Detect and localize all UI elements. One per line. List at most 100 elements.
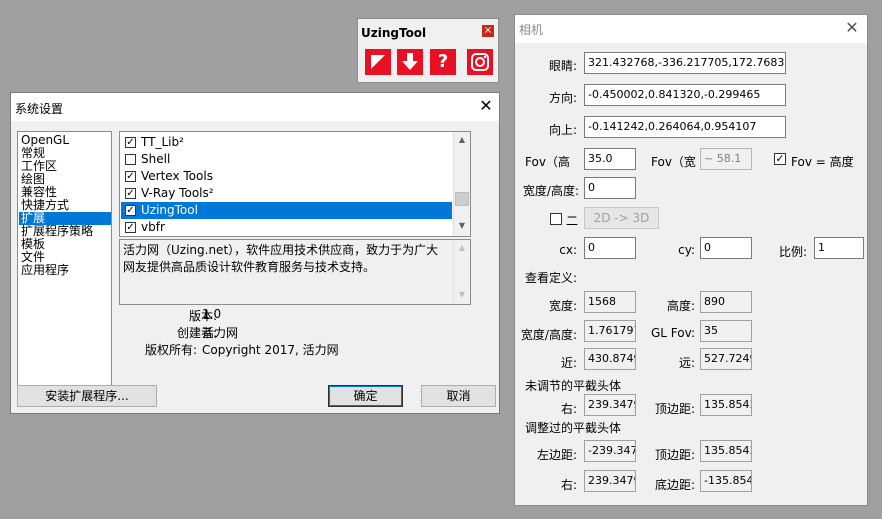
- gl-fov-value: 35: [700, 320, 752, 342]
- checkbox[interactable]: ✓: [125, 222, 136, 233]
- instagram-icon[interactable]: [467, 49, 493, 75]
- height-value: 890: [700, 291, 752, 313]
- install-extension-button[interactable]: 安装扩展程序...: [17, 385, 157, 407]
- extension-name: Shell: [141, 152, 171, 166]
- version-value: 1.0: [202, 307, 222, 321]
- width-label: 宽度:: [548, 299, 577, 313]
- checkbox[interactable]: ✓: [125, 205, 136, 216]
- 2d-to-3d-button[interactable]: 2D -> 3D: [584, 207, 659, 229]
- extension-name: V-Ray Tools²: [141, 186, 214, 200]
- fov-height-field[interactable]: 35.0: [584, 148, 636, 170]
- cancel-button[interactable]: 取消: [421, 385, 496, 407]
- bottom-value: -135.8543: [700, 470, 752, 492]
- top-label: 顶边距:: [654, 448, 695, 462]
- scroll-down-icon[interactable]: ▼: [454, 218, 470, 234]
- scroll-thumb[interactable]: [455, 192, 469, 206]
- extension-name: vbfr: [141, 220, 165, 234]
- system-settings-dialog: 系统设置 ✕ OpenGL 常规 工作区 绘图 兼容性 快捷方式 扩展 扩展程序…: [10, 92, 500, 414]
- vertical-scrollbar: ▲ ▼: [453, 240, 470, 304]
- scale-label: 比例:: [778, 245, 807, 259]
- fov-width-field: ~ 58.1: [700, 148, 752, 170]
- view-definition-heading: 查看定义:: [525, 271, 578, 285]
- far-label: 远:: [678, 356, 695, 370]
- down-arrow-glyph: [402, 53, 418, 70]
- near-value: 430.8749: [584, 348, 636, 370]
- top-value: 135.8543: [700, 394, 752, 416]
- extension-name: Vertex Tools: [141, 169, 213, 183]
- help-icon[interactable]: ?: [430, 49, 456, 75]
- extension-row[interactable]: ✓ vbfr: [121, 219, 452, 236]
- extension-name: TT_Lib²: [141, 135, 184, 149]
- 2d-label: 二: [566, 214, 579, 228]
- checkbox[interactable]: ✓: [125, 188, 136, 199]
- checkbox[interactable]: ✓: [125, 137, 136, 148]
- ratio-value: 1.761797: [584, 320, 636, 342]
- dialog-title: 系统设置: [15, 102, 64, 116]
- category-item[interactable]: 应用程序: [19, 264, 111, 277]
- adjusted-frustum-heading: 调整过的平截头体: [525, 421, 622, 435]
- extension-list[interactable]: ✓ TT_Lib² Shell ✓ Vertex Tools ✓ V-Ray T…: [119, 131, 471, 237]
- ok-button[interactable]: 确定: [328, 385, 403, 407]
- fov-height-label: Fov（高: [525, 155, 570, 169]
- direction-label: 方向:: [548, 91, 577, 105]
- extension-row[interactable]: ✓ TT_Lib²: [121, 134, 452, 151]
- extension-row[interactable]: ✓ Vertex Tools: [121, 168, 452, 185]
- close-icon[interactable]: ✕: [843, 19, 861, 37]
- eye-label: 眼睛:: [548, 59, 577, 73]
- category-list[interactable]: OpenGL 常规 工作区 绘图 兼容性 快捷方式 扩展 扩展程序策略 模板 文…: [17, 131, 112, 403]
- left-value: -239.3479: [584, 440, 636, 462]
- cx-field[interactable]: 0: [584, 237, 636, 259]
- right-label: 右:: [560, 478, 577, 492]
- scroll-up-icon[interactable]: ▲: [454, 132, 470, 148]
- extension-row[interactable]: ✓ V-Ray Tools²: [121, 185, 452, 202]
- extension-name: UzingTool: [141, 203, 198, 217]
- camera-window: 相机 ✕ 眼睛: 321.432768,-336.217705,172.7683…: [514, 14, 868, 506]
- left-label: 左边距:: [536, 448, 577, 462]
- top-label: 顶边距:: [654, 402, 695, 416]
- fov-equals-height-checkbox[interactable]: ✓: [774, 153, 786, 165]
- copyright-value: Copyright 2017, 活力网: [202, 343, 339, 357]
- scroll-up-icon: ▲: [458, 243, 466, 252]
- near-label: 近:: [560, 356, 577, 370]
- checkbox[interactable]: [125, 154, 136, 165]
- extension-description: 活力网（Uzing.net），软件应用技术供应商，致力于为广大网友提供高品质设计…: [123, 243, 439, 274]
- width-value: 1568: [584, 291, 636, 313]
- up-label: 向上:: [548, 123, 577, 137]
- 2d-checkbox[interactable]: [550, 213, 562, 225]
- fov-equals-height-label: Fov = 高度: [791, 155, 854, 169]
- eye-field[interactable]: 321.432768,-336.217705,172.768370: [584, 52, 786, 74]
- unadjusted-frustum-heading: 未调节的平截头体: [525, 379, 622, 393]
- aspect-label: 宽度/高度:: [522, 184, 579, 198]
- aspect-field[interactable]: 0: [584, 177, 636, 199]
- slash-square-icon[interactable]: [365, 49, 391, 75]
- far-value: 527.7249: [700, 348, 752, 370]
- top-value: 135.8543: [700, 440, 752, 462]
- scroll-down-icon: ▼: [458, 290, 466, 299]
- up-field[interactable]: -0.141242,0.264064,0.954107: [584, 116, 786, 138]
- right-label: 右:: [560, 402, 577, 416]
- direction-field[interactable]: -0.450002,0.841320,-0.299465: [584, 84, 786, 106]
- title-bar: 相机 ✕: [515, 15, 867, 43]
- uzingtool-toolbar-window: UzingTool × ?: [357, 18, 499, 83]
- close-icon[interactable]: ×: [482, 25, 494, 37]
- fov-width-label: Fov（宽: [651, 155, 696, 169]
- close-icon[interactable]: ✕: [477, 97, 495, 115]
- copyright-label: 版权所有:: [144, 343, 197, 357]
- extension-row[interactable]: Shell: [121, 151, 452, 168]
- instagram-glyph: [471, 53, 489, 71]
- ratio-label: 宽度/高度:: [520, 328, 577, 342]
- uzingtool-title: UzingTool: [361, 26, 427, 40]
- cy-label: cy:: [678, 243, 695, 257]
- bottom-label: 底边距:: [654, 478, 695, 492]
- checkbox[interactable]: ✓: [125, 171, 136, 182]
- vertical-scrollbar[interactable]: ▲ ▼: [453, 132, 470, 236]
- slash-square-glyph: [371, 55, 385, 69]
- extension-row-selected[interactable]: ✓ UzingTool: [121, 202, 452, 219]
- scale-field[interactable]: 1: [814, 237, 864, 259]
- gl-fov-label: GL Fov:: [651, 326, 696, 340]
- description-box: 活力网（Uzing.net），软件应用技术供应商，致力于为广大网友提供高品质设计…: [119, 239, 471, 305]
- cy-field[interactable]: 0: [700, 237, 752, 259]
- title-bar: 系统设置 ✕: [11, 93, 499, 121]
- down-arrow-icon[interactable]: [397, 49, 423, 75]
- height-label: 高度:: [666, 299, 695, 313]
